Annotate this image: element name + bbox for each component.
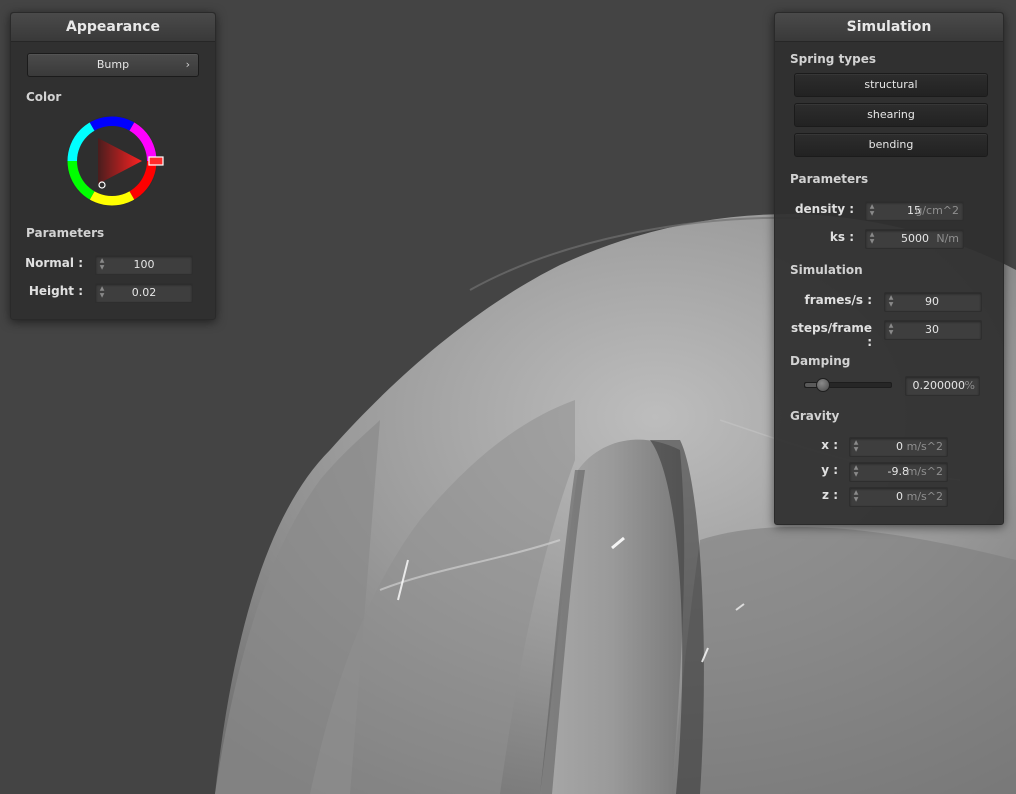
gravity-z-spinner-icon[interactable]: ▲ ▼ <box>853 490 859 504</box>
frames-input[interactable]: ▲ ▼ 90 <box>884 292 982 312</box>
normal-input[interactable]: ▲ ▼ 100 <box>95 255 193 275</box>
height-label: Height : <box>28 284 83 298</box>
damping-unit: % <box>964 379 975 392</box>
density-spinner-icon[interactable]: ▲ ▼ <box>869 204 875 218</box>
density-input[interactable]: ▲ ▼ 15 g/cm^2 <box>865 201 964 221</box>
spring-types-label: Spring types <box>790 52 877 66</box>
density-unit: g/cm^2 <box>915 204 959 217</box>
normal-value: 100 <box>133 258 155 271</box>
gravity-x-unit: m/s^2 <box>906 440 943 453</box>
appearance-panel: Appearance Bump › Color Parameters Norma… <box>10 12 216 320</box>
gravity-z-unit: m/s^2 <box>906 490 943 503</box>
shader-popup-button[interactable]: Bump › <box>27 53 199 77</box>
shader-popup-label: Bump <box>96 58 130 71</box>
damping-label: Damping <box>790 354 851 368</box>
steps-value: 30 <box>925 323 939 336</box>
steps-label: steps/frame : <box>790 321 872 349</box>
ks-value: 5000 <box>901 232 929 245</box>
normal-label: Normal : <box>25 256 83 270</box>
simulation-parameters-label: Parameters <box>790 172 869 186</box>
steps-input[interactable]: ▲ ▼ 30 <box>884 320 982 340</box>
gravity-x-value: 0 <box>896 440 903 453</box>
gravity-y-input[interactable]: ▲ ▼ -9.8 m/s^2 <box>849 462 948 482</box>
ks-input[interactable]: ▲ ▼ 5000 N/m <box>865 229 964 249</box>
simulation-section-label: Simulation <box>790 263 863 277</box>
appearance-panel-title[interactable]: Appearance <box>11 13 215 42</box>
damping-slider[interactable] <box>804 378 892 392</box>
appearance-parameters-label: Parameters <box>26 226 105 240</box>
ks-spinner-icon[interactable]: ▲ ▼ <box>869 232 875 246</box>
color-section-label: Color <box>26 90 62 104</box>
structural-button[interactable]: structural <box>794 73 988 97</box>
gravity-y-unit: m/s^2 <box>906 465 943 478</box>
ks-unit: N/m <box>936 232 959 245</box>
height-input[interactable]: ▲ ▼ 0.02 <box>95 283 193 303</box>
color-wheel-icon[interactable] <box>67 114 167 214</box>
shearing-button[interactable]: shearing <box>794 103 988 127</box>
ks-label: ks : <box>829 230 854 244</box>
frames-spinner-icon[interactable]: ▲ ▼ <box>888 295 894 309</box>
gravity-z-value: 0 <box>896 490 903 503</box>
height-value: 0.02 <box>131 286 157 299</box>
chevron-right-icon: › <box>185 58 190 71</box>
gravity-z-input[interactable]: ▲ ▼ 0 m/s^2 <box>849 487 948 507</box>
simulation-panel-title[interactable]: Simulation <box>775 13 1003 42</box>
frames-value: 90 <box>925 295 939 308</box>
gravity-y-label: y : <box>821 463 838 477</box>
gravity-x-spinner-icon[interactable]: ▲ ▼ <box>853 440 859 454</box>
gravity-x-input[interactable]: ▲ ▼ 0 m/s^2 <box>849 437 948 457</box>
gravity-z-label: z : <box>822 488 838 502</box>
density-label: density : <box>794 202 854 216</box>
steps-spinner-icon[interactable]: ▲ ▼ <box>888 323 894 337</box>
gravity-x-label: x : <box>821 438 838 452</box>
bending-button[interactable]: bending <box>794 133 988 157</box>
frames-label: frames/s : <box>804 293 872 307</box>
damping-value: 0.200000 <box>912 379 966 392</box>
gravity-label: Gravity <box>790 409 840 423</box>
gravity-y-spinner-icon[interactable]: ▲ ▼ <box>853 465 859 479</box>
damping-input[interactable]: 0.200000 % <box>905 376 980 396</box>
